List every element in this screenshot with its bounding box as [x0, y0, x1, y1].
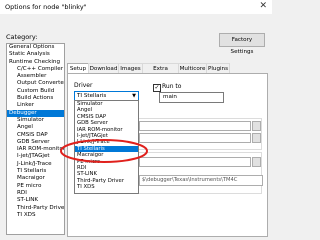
category-item[interactable]: Runtime Checking — [7, 59, 64, 66]
category-item[interactable]: TI Stellaris — [7, 168, 64, 175]
category-label: Category: — [6, 33, 38, 41]
title-bar: Options for node "blinky" ✕ — [0, 0, 272, 14]
category-item[interactable]: Linker — [7, 102, 64, 109]
text-field[interactable] — [139, 157, 251, 167]
run-to-value: main — [163, 94, 177, 100]
category-item[interactable]: Debugger — [7, 109, 64, 117]
factory-settings-button[interactable]: Factory Settings — [219, 33, 265, 55]
run-to-input[interactable]: main — [159, 92, 224, 103]
category-item[interactable]: J-Link/J-Trace — [7, 161, 64, 168]
browse-button[interactable] — [252, 133, 261, 143]
category-item[interactable]: Angel — [7, 124, 64, 131]
category-item[interactable]: Static Analysis — [7, 51, 64, 58]
path-field[interactable]: $\debugger\Texas\Instruments\TM4C — [139, 175, 263, 186]
category-tree[interactable]: General Options Static Analysis Runtime Ch… — [6, 43, 65, 235]
category-item[interactable]: GDB Server — [7, 139, 64, 146]
close-icon[interactable]: ✕ — [259, 1, 267, 11]
category-item[interactable]: RDI — [7, 190, 64, 197]
category-item[interactable]: Custom Build — [7, 88, 64, 95]
category-item[interactable]: CMSIS DAP — [7, 132, 64, 139]
path-text: $\debugger\Texas\Instruments\TM4C — [142, 177, 238, 183]
run-to-label: Run to — [162, 83, 182, 90]
driver-select-value: TI Stellaris — [77, 93, 107, 99]
browse-button[interactable] — [252, 157, 261, 167]
highlight-ellipse — [60, 139, 148, 163]
browse-button[interactable] — [252, 121, 261, 131]
category-item[interactable]: PE micro — [7, 183, 64, 190]
category-item[interactable]: General Options — [7, 44, 64, 51]
category-item[interactable]: Assembler — [7, 73, 64, 80]
window-title: Options for node "blinky" — [5, 3, 87, 11]
category-item[interactable]: I-jet/JTAGjet — [7, 153, 64, 160]
category-item[interactable]: Third-Party Driver — [7, 205, 64, 212]
category-item[interactable]: Build Actions — [7, 95, 64, 102]
category-item[interactable]: ST-LINK — [7, 197, 64, 204]
text-field[interactable] — [139, 121, 251, 131]
category-item[interactable]: C/C++ Compiler — [7, 66, 64, 73]
category-item[interactable]: IAR ROM-monitor — [7, 146, 64, 153]
driver-option[interactable]: TI XDS — [75, 184, 138, 190]
driver-label: Driver — [74, 82, 93, 89]
category-item[interactable]: TI XDS — [7, 212, 64, 219]
category-item[interactable]: Output Converter — [7, 80, 64, 87]
category-item[interactable]: Macraigor — [7, 175, 64, 182]
run-to-checkbox[interactable]: ✓ — [153, 84, 161, 92]
text-field[interactable] — [139, 133, 251, 143]
category-item[interactable]: Simulator — [7, 117, 64, 124]
